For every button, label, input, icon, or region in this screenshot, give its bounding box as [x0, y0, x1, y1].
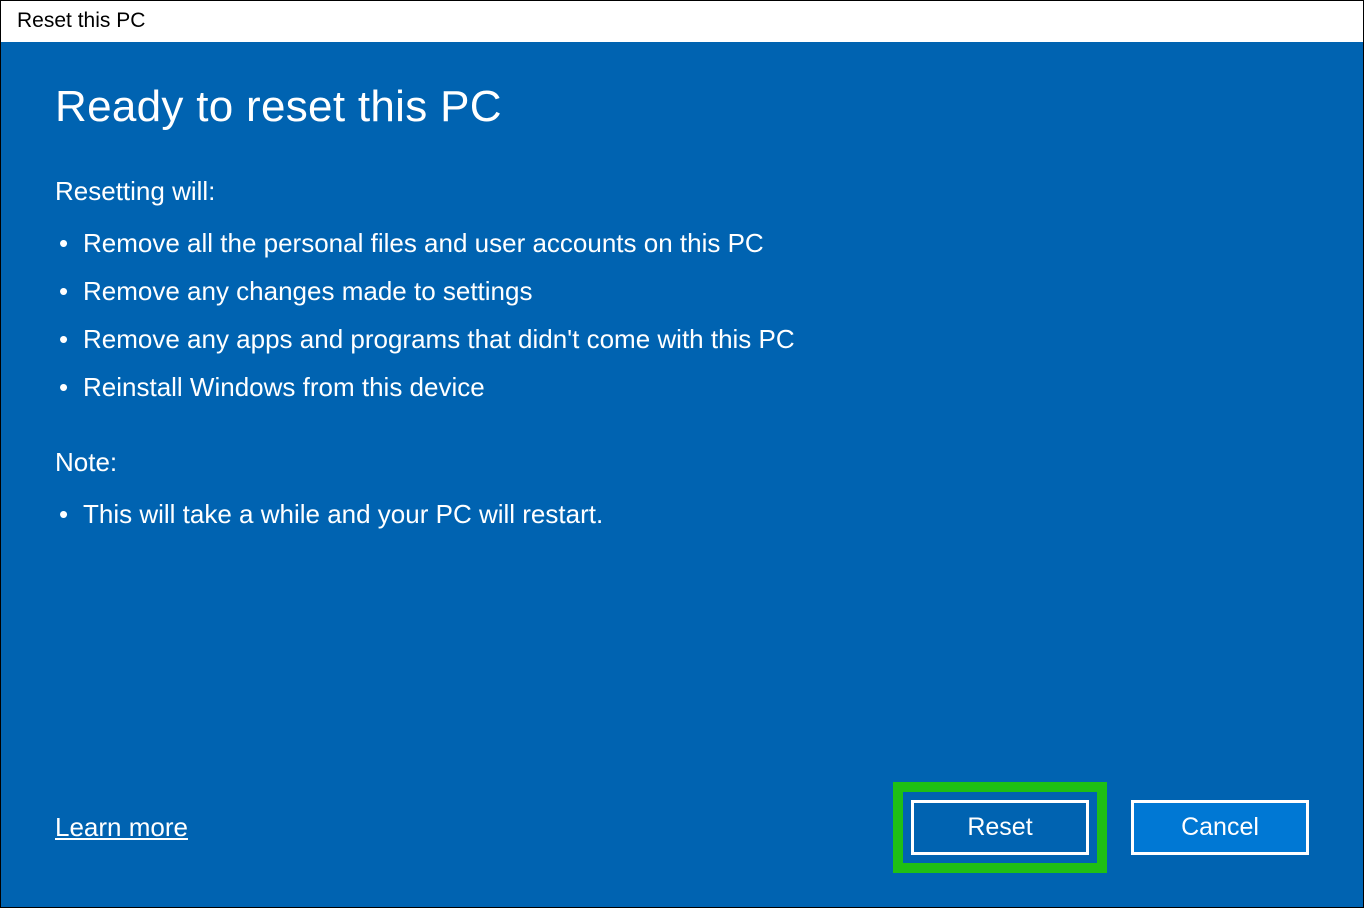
page-heading: Ready to reset this PC	[55, 82, 1309, 132]
resetting-will-label: Resetting will:	[55, 176, 1309, 207]
list-item: This will take a while and your PC will …	[55, 490, 1309, 538]
list-item: Reinstall Windows from this device	[55, 363, 1309, 411]
note-label: Note:	[55, 447, 1309, 478]
reset-button[interactable]: Reset	[911, 800, 1089, 855]
footer-row: Learn more Reset Cancel	[55, 782, 1309, 873]
resetting-will-list: Remove all the personal files and user a…	[55, 219, 1309, 411]
list-item: Remove any apps and programs that didn't…	[55, 315, 1309, 363]
note-list: This will take a while and your PC will …	[55, 490, 1309, 538]
titlebar: Reset this PC	[1, 1, 1363, 42]
reset-button-highlight: Reset	[893, 782, 1107, 873]
learn-more-link[interactable]: Learn more	[55, 812, 188, 843]
cancel-button[interactable]: Cancel	[1131, 800, 1309, 855]
list-item: Remove any changes made to settings	[55, 267, 1309, 315]
content-area: Ready to reset this PC Resetting will: R…	[1, 42, 1363, 907]
reset-pc-dialog: Reset this PC Ready to reset this PC Res…	[0, 0, 1364, 908]
list-item: Remove all the personal files and user a…	[55, 219, 1309, 267]
window-title: Reset this PC	[17, 9, 145, 32]
button-group: Reset Cancel	[893, 782, 1309, 873]
